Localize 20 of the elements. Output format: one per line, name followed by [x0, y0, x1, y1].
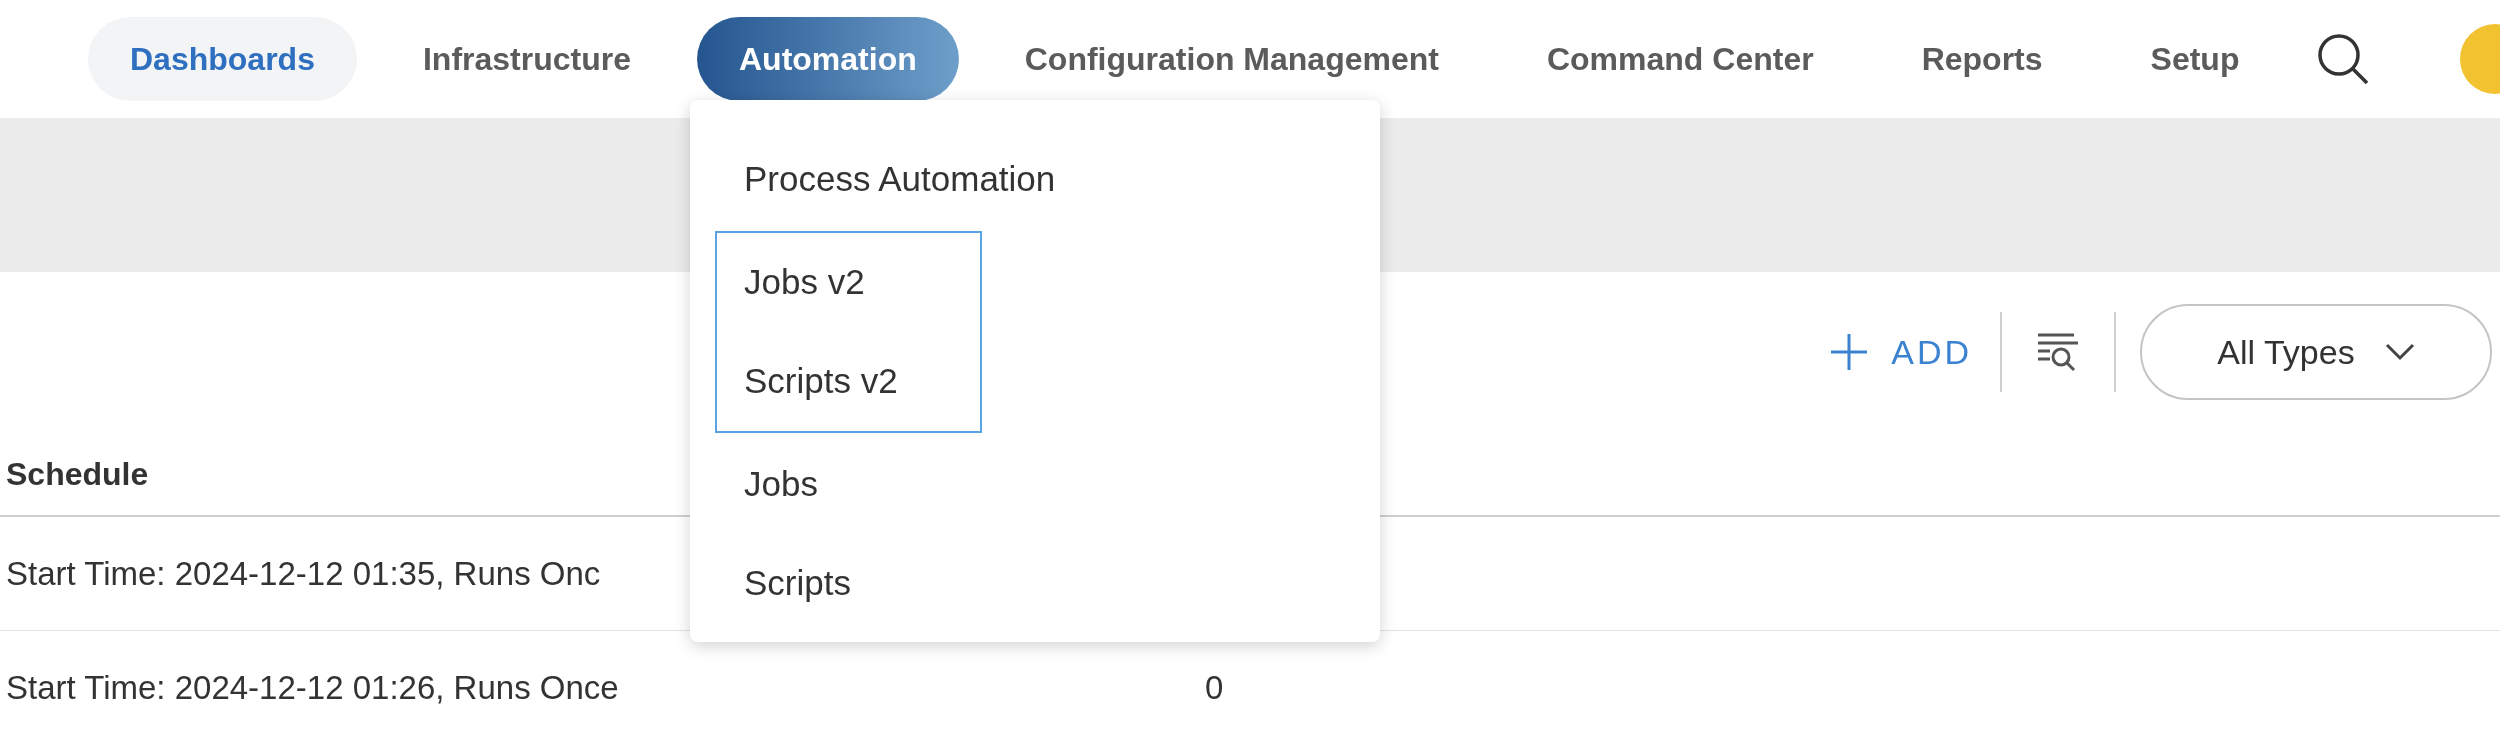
plus-icon	[1829, 332, 1870, 372]
nav-tab[interactable]: Infrastructure	[380, 17, 673, 101]
nav-tab[interactable]: Setup	[2108, 17, 2282, 101]
nav-tab[interactable]: Command Center	[1504, 17, 1856, 101]
menu-item[interactable]: Process Automation	[717, 130, 1056, 229]
menu-item[interactable]: Scripts v2	[717, 332, 960, 431]
nav-tab[interactable]: Configuration Management	[982, 17, 1481, 101]
menu-item[interactable]: Scripts	[717, 534, 960, 633]
nav-tab[interactable]: Dashboards	[88, 17, 357, 101]
table-cell-text: Start Time: 2024-12-12 01:35, Runs Onc	[6, 553, 601, 594]
add-button[interactable]: ADD	[1825, 326, 1976, 378]
table-cell-text: Start Time: 2024-12-12 01:26, Runs Once	[6, 668, 619, 709]
column-header: Schedule	[6, 454, 149, 494]
nav-tab[interactable]: Reports	[1879, 17, 2085, 101]
menu-item[interactable]: Jobs	[717, 435, 960, 534]
type-dropdown[interactable]: All Types	[2140, 304, 2492, 400]
menu-item[interactable]: Jobs v2	[717, 233, 960, 332]
chevron-down-icon	[2384, 343, 2415, 361]
table-cell-text: 0	[1205, 668, 1224, 709]
nav-tab[interactable]: Automation	[697, 17, 959, 101]
